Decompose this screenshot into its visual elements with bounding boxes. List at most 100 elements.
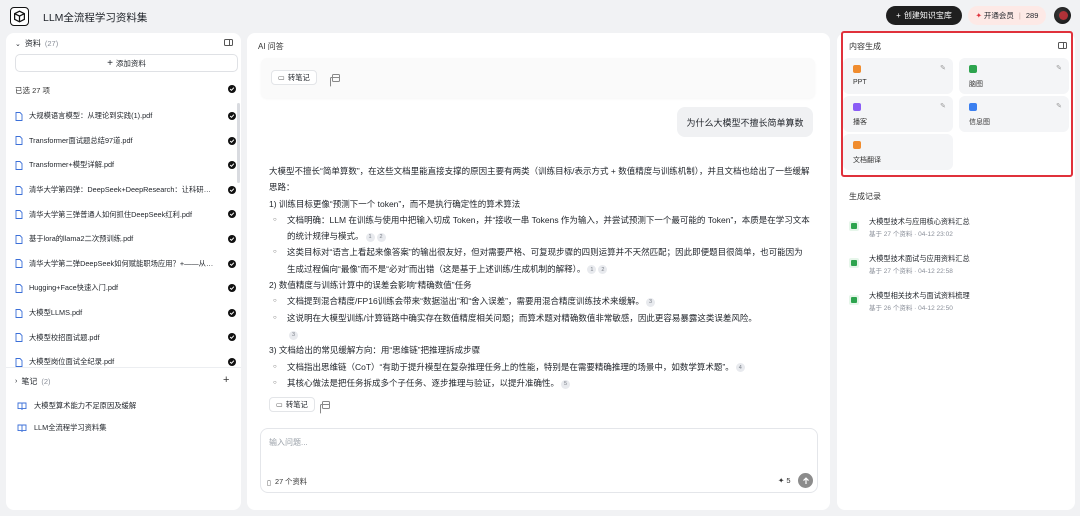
plus-icon: + xyxy=(896,11,901,20)
book-icon xyxy=(17,402,27,410)
copy-icon[interactable] xyxy=(320,401,330,414)
citation-badge[interactable]: 1 xyxy=(587,265,597,275)
add-source-button[interactable]: + 添加资料 xyxy=(15,54,238,72)
chevron-right-icon[interactable]: › xyxy=(15,378,17,385)
document-icon xyxy=(15,136,23,146)
to-note-button[interactable]: ▭ 转笔记 xyxy=(271,70,317,85)
book-icon: ▭ xyxy=(278,73,285,82)
source-label: 清华大学第三弹普通人如何抓住DeepSeek红利.pdf xyxy=(29,209,192,219)
citation-badge[interactable]: 3 xyxy=(289,330,298,340)
citation-badge[interactable]: 5 xyxy=(561,379,571,389)
source-label: 大规模语言模型：从理论到实践(1).pdf xyxy=(29,111,153,121)
sources-header: ⌄ 资料 (27) xyxy=(15,38,58,49)
note-item[interactable]: 大模型算术能力不足原因及缓解 xyxy=(17,401,136,411)
document-icon xyxy=(15,259,23,269)
source-count-label: 27 个资料 xyxy=(275,477,308,486)
citation-badge[interactable]: 3 xyxy=(646,298,656,308)
record-title: 大模型相关技术与面试资料梳理 xyxy=(869,291,970,300)
credit-indicator: ✦ 5 xyxy=(778,476,791,485)
source-item[interactable]: 大模型校招面试题.pdf xyxy=(15,325,238,350)
mindmap-icon xyxy=(849,295,859,305)
sources-count: (27) xyxy=(44,39,59,48)
answer-bullet: 文档指出思维链（CoT）“有助于提升模型在复杂推理任务上的性能，特别是在需要精确… xyxy=(269,359,811,375)
check-icon[interactable] xyxy=(228,284,236,293)
membership-button[interactable]: ✦ 开通会员 | 289 xyxy=(968,6,1046,25)
document-icon xyxy=(15,333,23,343)
source-item[interactable]: 基于lora的llama2二次预训练.pdf xyxy=(15,227,238,252)
answer-intro: 大模型不擅长“简单算数”，在这些文档里能直接支撑的原因主要有两类（训练目标/表示… xyxy=(269,166,810,193)
check-icon[interactable] xyxy=(228,210,236,219)
source-label: 大模型校招面试题.pdf xyxy=(29,332,100,342)
source-item[interactable]: 清华大学第二弹DeepSeek如何赋能职场应用？+——从提示语技巧到多场景应用.… xyxy=(15,252,238,277)
check-icon[interactable] xyxy=(228,234,236,243)
answer-bullet: 其核心做法是把任务拆成多个子任务、逐步推理与验证，以提升准确性。5 xyxy=(269,375,811,391)
select-all-row[interactable]: 已选 27 项 xyxy=(15,85,238,96)
records-title: 生成记录 xyxy=(849,192,881,201)
source-label: 清华大学第二弹DeepSeek如何赋能职场应用？+——从提示语技巧到多场景应用.… xyxy=(29,258,214,268)
add-source-label: 添加资料 xyxy=(115,58,146,68)
chevron-down-icon[interactable]: ⌄ xyxy=(15,40,21,48)
document-icon xyxy=(15,161,23,170)
to-note-button[interactable]: ▭ 转笔记 xyxy=(269,397,315,412)
check-icon[interactable] xyxy=(228,357,236,366)
user-avatar[interactable] xyxy=(1054,7,1071,24)
citation-badge[interactable]: 2 xyxy=(598,265,608,275)
send-button[interactable] xyxy=(798,473,813,488)
source-label: 清华大学第四弹：DeepSeek+DeepResearch：让科研像聊天一样简单… xyxy=(29,185,214,195)
collapse-panel-icon[interactable] xyxy=(224,39,233,46)
notes-count: (2) xyxy=(41,377,51,386)
citation-badge[interactable]: 4 xyxy=(735,363,745,373)
check-icon[interactable] xyxy=(228,136,236,145)
note-item[interactable]: LLM全流程学习资料集 xyxy=(17,423,107,433)
mindmap-icon xyxy=(849,221,859,231)
source-item[interactable]: 大规模语言模型：从理论到实践(1).pdf xyxy=(15,104,238,129)
check-icon[interactable] xyxy=(228,259,236,268)
check-icon[interactable] xyxy=(228,85,236,93)
record-title: 大模型技术面试与应用资料汇总 xyxy=(869,254,970,263)
record-meta: 基于 27 个资料 · 04-12 23:02 xyxy=(869,231,953,238)
source-label: Transformer+模型详解.pdf xyxy=(29,160,115,170)
citation-badge[interactable]: 2 xyxy=(376,232,386,242)
highlight-box xyxy=(841,31,1073,177)
points-count: 289 xyxy=(1025,11,1039,20)
document-icon xyxy=(15,357,23,367)
cube-icon xyxy=(14,10,25,23)
source-item[interactable]: Hugging+Face快速入门.pdf xyxy=(15,276,238,301)
source-item[interactable]: Transformer面试题总结97道.pdf xyxy=(15,129,238,154)
selected-count-label: 已选 27 项 xyxy=(15,86,51,95)
notes-header: › 笔记 (2) xyxy=(15,376,51,387)
previous-answer-card: ▭ 转笔记 xyxy=(261,58,815,98)
answer-section-1: 1) 训练目标更像“预测下一个 token”，而不是执行确定性的算术算法 xyxy=(269,198,521,209)
copy-icon[interactable] xyxy=(330,74,340,87)
scrollbar[interactable] xyxy=(237,103,240,183)
user-message: 为什么大模型不擅长简单算数 xyxy=(677,107,813,137)
source-item[interactable]: 大模型LLMS.pdf xyxy=(15,301,238,326)
source-label: 大模型LLMS.pdf xyxy=(29,308,83,318)
document-icon xyxy=(15,284,23,293)
book-icon: ▭ xyxy=(276,400,283,409)
check-icon[interactable] xyxy=(228,161,236,170)
answer-bullet: 这说明在大模型训练/计算链路中确实存在数值精度相关问题；而算术题对精确数值非常敏… xyxy=(269,310,811,343)
document-icon xyxy=(15,308,23,318)
source-item[interactable]: 大模型岗位面试全纪录.pdf xyxy=(15,350,238,375)
source-item[interactable]: 清华大学第四弹：DeepSeek+DeepResearch：让科研像聊天一样简单… xyxy=(15,178,238,203)
source-count-chip[interactable]: ▯ 27 个资料 xyxy=(267,477,307,487)
check-icon[interactable] xyxy=(228,308,236,317)
note-label: LLM全流程学习资料集 xyxy=(34,423,107,432)
source-item[interactable]: 清华大学第三弹普通人如何抓住DeepSeek红利.pdf xyxy=(15,202,238,227)
app-title: LLM全流程学习资料集 xyxy=(43,12,148,24)
add-note-icon[interactable]: + xyxy=(223,375,229,386)
arrow-up-icon xyxy=(802,476,809,484)
chat-panel: AI 问答 ▭ 转笔记 为什么大模型不擅长简单算数 大模型不擅长“简单算数”，在… xyxy=(247,33,830,510)
check-icon[interactable] xyxy=(228,185,236,194)
answer-section-2: 2) 数值精度与训练计算中的误差会影响“精确数值”任务 xyxy=(269,280,472,291)
source-item[interactable]: Transformer+模型详解.pdf xyxy=(15,153,238,178)
check-icon[interactable] xyxy=(228,112,236,120)
question-input[interactable]: 输入问题... ▯ 27 个资料 ✦ 5 xyxy=(260,428,818,493)
check-icon[interactable] xyxy=(228,333,236,342)
chat-title: AI 问答 xyxy=(258,42,284,51)
to-note-label: 转笔记 xyxy=(285,399,308,409)
app-logo-icon[interactable] xyxy=(10,7,29,26)
citation-badge[interactable]: 1 xyxy=(365,232,375,242)
create-knowledge-base-button[interactable]: + 创建知识宝库 xyxy=(886,6,962,25)
